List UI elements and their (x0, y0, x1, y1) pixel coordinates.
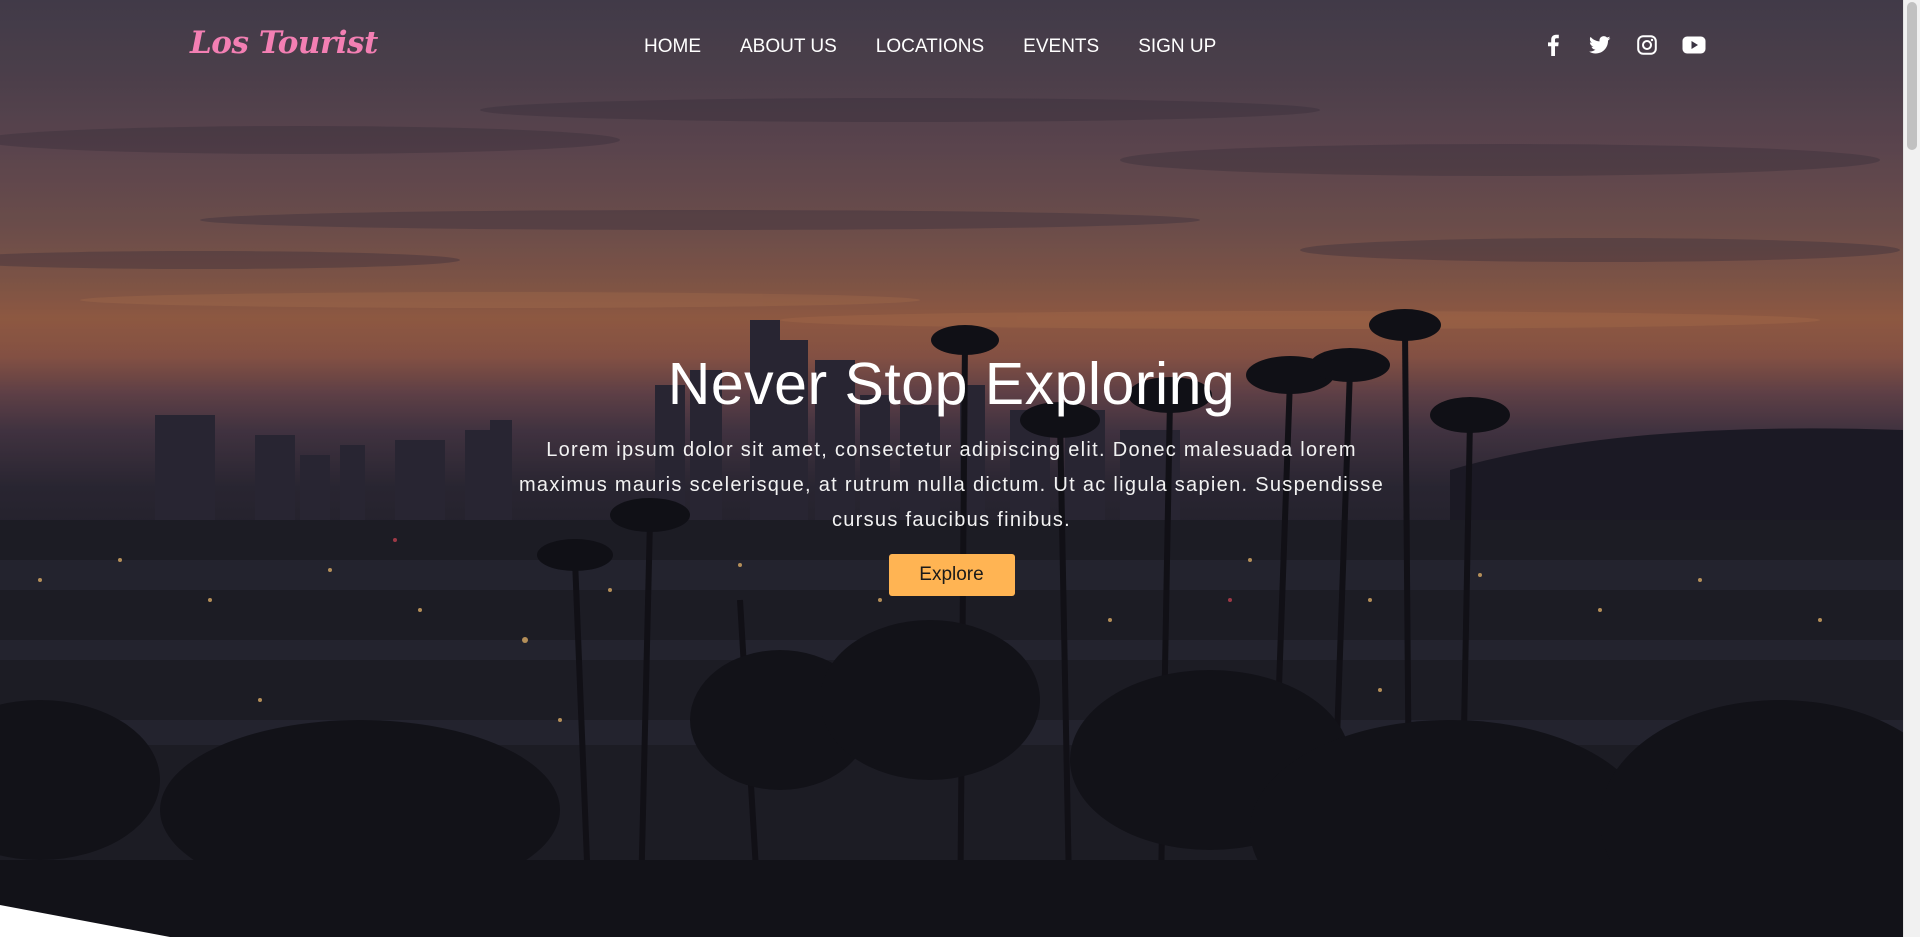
nav-link-about-us[interactable]: ABOUT US (740, 36, 837, 58)
hero-content: Never Stop Exploring Lorem ipsum dolor s… (0, 345, 1903, 596)
nav-link-home[interactable]: HOME (644, 36, 701, 58)
nav-link-locations[interactable]: LOCATIONS (876, 36, 984, 58)
youtube-icon[interactable] (1681, 32, 1707, 58)
social-links (1540, 32, 1728, 58)
twitter-icon[interactable] (1587, 32, 1613, 58)
scrollbar-thumb[interactable] (1907, 2, 1917, 150)
section-divider (0, 905, 170, 937)
facebook-icon[interactable] (1540, 32, 1566, 58)
brand-logo[interactable]: Los Tourist (190, 25, 378, 61)
nav-link-sign-up[interactable]: SIGN UP (1138, 36, 1216, 58)
nav-link-events[interactable]: EVENTS (1023, 36, 1099, 58)
hero-description: Lorem ipsum dolor sit amet, consectetur … (518, 439, 1385, 531)
page: Los Tourist HOME ABOUT US LOCATIONS EVEN… (0, 0, 1920, 937)
hero-title: Never Stop Exploring (667, 351, 1236, 417)
nav-menu: HOME ABOUT US LOCATIONS EVENTS SIGN UP (644, 36, 1255, 58)
instagram-icon[interactable] (1634, 32, 1660, 58)
navbar: Los Tourist HOME ABOUT US LOCATIONS EVEN… (0, 0, 1903, 94)
explore-button[interactable]: Explore (888, 554, 1015, 596)
page-scrollbar[interactable] (1903, 0, 1920, 937)
